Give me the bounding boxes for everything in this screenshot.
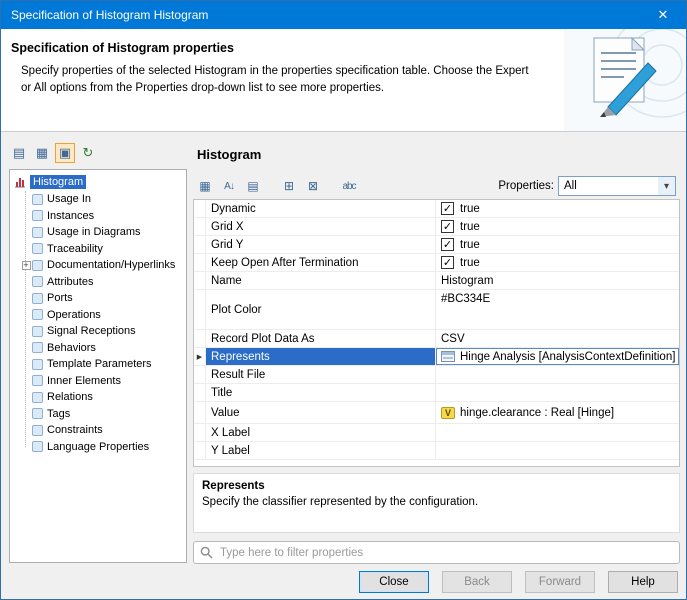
help-button[interactable]: Help [608, 571, 678, 593]
properties-dropdown-value: All [564, 180, 577, 192]
compact-view-icon[interactable]: ▣ [55, 143, 75, 163]
filter-input[interactable] [218, 546, 673, 560]
properties-dropdown[interactable]: All ▾ [558, 176, 676, 196]
tree-item-icon [32, 309, 43, 320]
tree-item-ports[interactable]: Ports [12, 290, 184, 307]
tree-item-icon [32, 194, 43, 205]
description-title: Represents [202, 480, 671, 492]
sort-alphabetically-icon[interactable]: A↓ [219, 176, 239, 196]
properties-label: Properties: [498, 180, 554, 192]
property-row-dynamic: Dynamic ✓true [194, 200, 679, 218]
expand-icon[interactable]: + [22, 261, 31, 270]
categorized-view-icon[interactable]: ▦ [195, 176, 215, 196]
tree-item-attributes[interactable]: Attributes [12, 274, 184, 291]
header-title: Specification of Histogram properties [11, 41, 234, 55]
chevron-down-icon: ▾ [658, 177, 675, 195]
property-row-result-file: Result File [194, 366, 679, 384]
tree-item-language-properties[interactable]: Language Properties [12, 439, 184, 456]
tree-item-icon [32, 342, 43, 353]
property-row-grid-x: Grid X ✓true [194, 218, 679, 236]
spelling-icon[interactable]: abc [339, 176, 359, 196]
tree-item-traceability[interactable]: Traceability [12, 241, 184, 258]
dialog-footer: Close Back Forward Help [359, 571, 678, 593]
tree-item-template-parameters[interactable]: Template Parameters [12, 356, 184, 373]
checkbox-checked-icon[interactable]: ✓ [441, 238, 454, 251]
tree-item-behaviors[interactable]: Behaviors [12, 340, 184, 357]
tree-item-icon [32, 293, 43, 304]
tree-item-icon [32, 260, 43, 271]
tree-item-icon [32, 441, 43, 452]
forward-button[interactable]: Forward [525, 571, 595, 593]
add-property-icon[interactable]: ⊞ [279, 176, 299, 196]
tree-item-icon [32, 210, 43, 221]
table-view-icon[interactable]: ▤ [9, 143, 29, 163]
tree-item-instances[interactable]: Instances [12, 208, 184, 225]
navigation-tree: Histogram Usage In Instances Usage in Di… [9, 169, 187, 563]
property-row-x-label: X Label [194, 424, 679, 442]
properties-table: Dynamic ✓true Grid X ✓true Grid Y ✓true … [193, 199, 680, 467]
tree-item-tags[interactable]: Tags [12, 406, 184, 423]
panel-title: Histogram [197, 147, 261, 162]
histogram-icon [14, 176, 26, 188]
description-text: Specify the classifier represented by th… [202, 496, 671, 508]
title-bar: Specification of Histogram Histogram ✕ [1, 1, 686, 29]
property-description-panel: Represents Specify the classifier repres… [193, 473, 680, 533]
tree-item-icon [32, 425, 43, 436]
property-row-value: Value Vhinge.clearance : Real [Hinge] [194, 402, 679, 424]
search-icon [200, 546, 213, 559]
tree-item-icon [32, 408, 43, 419]
tree-item-inner-elements[interactable]: Inner Elements [12, 373, 184, 390]
checkbox-checked-icon[interactable]: ✓ [441, 256, 454, 269]
properties-toolbar: ▦ A↓ ▤ ⊞ ⊠ abc Properties: All ▾ [193, 173, 680, 199]
tree-item-signal-receptions[interactable]: Signal Receptions [12, 323, 184, 340]
tree-item-usage-in[interactable]: Usage In [12, 191, 184, 208]
property-row-represents: ▶ Represents Hinge Analysis [AnalysisCon… [194, 348, 679, 366]
tree-item-icon [32, 243, 43, 254]
show-description-icon[interactable]: ▤ [243, 176, 263, 196]
tree-root-label: Histogram [30, 175, 86, 189]
property-row-name: Name Histogram [194, 272, 679, 290]
analysis-context-icon [441, 351, 455, 362]
property-row-y-label: Y Label [194, 442, 679, 460]
close-icon[interactable]: ✕ [640, 1, 686, 29]
remove-property-icon[interactable]: ⊠ [303, 176, 323, 196]
tree-item-usage-in-diagrams[interactable]: Usage in Diagrams [12, 224, 184, 241]
tree-item-constraints[interactable]: Constraints [12, 422, 184, 439]
filter-box [193, 541, 680, 564]
property-row-plot-color: Plot Color #BC334E [194, 290, 679, 330]
tree-item-operations[interactable]: Operations [12, 307, 184, 324]
tree-item-icon [32, 227, 43, 238]
value-property-icon: V [441, 407, 455, 419]
tree-item-icon [32, 359, 43, 370]
checkbox-checked-icon[interactable]: ✓ [441, 220, 454, 233]
tree-item-icon [32, 375, 43, 386]
property-row-record-plot-data-as: Record Plot Data As CSV [194, 330, 679, 348]
tree-view-icon[interactable]: ▦ [32, 143, 52, 163]
header-description: Specify properties of the selected Histo… [21, 63, 541, 96]
tree-item-relations[interactable]: Relations [12, 389, 184, 406]
tree-toolbar: ▤ ▦ ▣ ↻ [9, 141, 187, 165]
specification-dialog: Specification of Histogram Histogram ✕ S… [0, 0, 687, 600]
window-title: Specification of Histogram Histogram [1, 8, 208, 22]
dialog-header: Specification of Histogram properties Sp… [1, 29, 686, 132]
row-marker-icon: ▶ [194, 348, 206, 365]
property-row-grid-y: Grid Y ✓true [194, 236, 679, 254]
tree-root-histogram[interactable]: Histogram [12, 173, 184, 191]
document-pencil-art [564, 29, 686, 131]
property-row-title: Title [194, 384, 679, 402]
refresh-icon[interactable]: ↻ [78, 143, 98, 163]
tree-item-documentation-hyperlinks[interactable]: +Documentation/Hyperlinks [12, 257, 184, 274]
checkbox-checked-icon[interactable]: ✓ [441, 202, 454, 215]
close-button[interactable]: Close [359, 571, 429, 593]
tree-item-icon [32, 392, 43, 403]
back-button[interactable]: Back [442, 571, 512, 593]
tree-item-icon [32, 326, 43, 337]
property-row-keep-open-after-termination: Keep Open After Termination ✓true [194, 254, 679, 272]
tree-item-icon [32, 276, 43, 287]
